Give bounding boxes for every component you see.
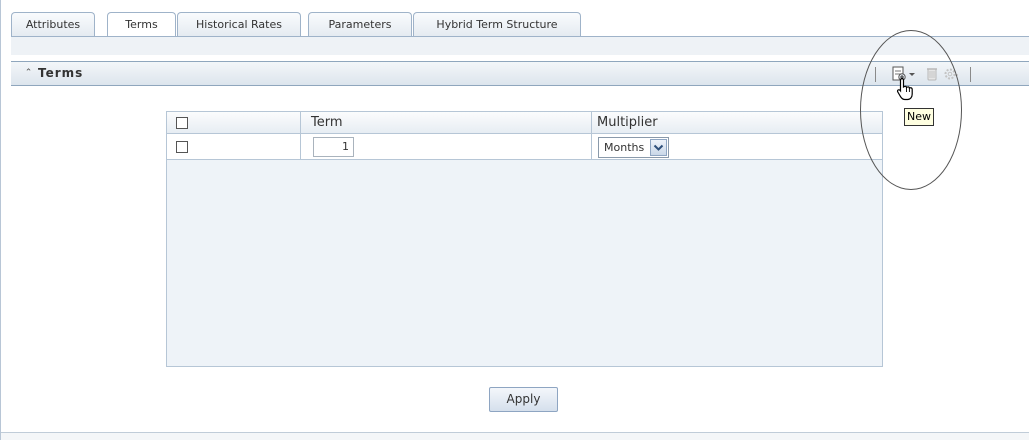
row-checkbox[interactable]: [176, 141, 188, 153]
delete-icon[interactable]: [924, 66, 940, 82]
tab-attributes[interactable]: Attributes: [11, 12, 95, 36]
column-divider: [591, 134, 592, 159]
tab-label: Terms: [125, 18, 158, 31]
tab-parameters[interactable]: Parameters: [308, 12, 412, 36]
select-all-checkbox[interactable]: [176, 117, 188, 129]
apply-button[interactable]: Apply: [489, 387, 558, 412]
tab-label: Historical Rates: [196, 18, 282, 31]
tab-bar: Attributes Terms Historical Rates Parame…: [11, 10, 1021, 39]
term-input[interactable]: 1: [313, 137, 354, 157]
hand-cursor-icon: [896, 77, 916, 103]
terms-panel-header: ⌃ Terms: [11, 61, 1029, 86]
tab-content-strip: [11, 37, 1029, 55]
panel-footer-strip: [1, 433, 1029, 440]
terms-window: Attributes Terms Historical Rates Parame…: [0, 0, 1029, 440]
double-chevron-up-icon[interactable]: ⌃: [23, 68, 34, 79]
tab-terms[interactable]: Terms: [107, 12, 176, 39]
column-divider: [300, 134, 301, 159]
toolbar-separator: [875, 67, 876, 82]
chevron-down-icon[interactable]: [650, 139, 667, 156]
column-header-multiplier: Multiplier: [597, 115, 658, 130]
new-tooltip: New: [904, 108, 934, 126]
terms-grid: Term Multiplier 1 Months: [166, 111, 883, 367]
table-row: 1 Months: [167, 134, 882, 160]
tab-label: Hybrid Term Structure: [436, 18, 558, 31]
tab-historical-rates[interactable]: Historical Rates: [177, 12, 301, 36]
panel-title: Terms: [38, 66, 84, 80]
tab-label: Parameters: [328, 18, 392, 31]
column-header-term: Term: [311, 115, 343, 130]
tab-label: Attributes: [25, 18, 81, 31]
grid-header: Term Multiplier: [167, 112, 882, 134]
multiplier-value: Months: [604, 141, 645, 154]
toolbar-separator: [970, 67, 971, 82]
column-divider: [300, 112, 301, 133]
gear-icon[interactable]: [943, 66, 959, 82]
multiplier-select[interactable]: Months: [598, 137, 669, 158]
column-divider: [591, 112, 592, 133]
tab-hybrid-term-structure[interactable]: Hybrid Term Structure: [413, 12, 581, 36]
